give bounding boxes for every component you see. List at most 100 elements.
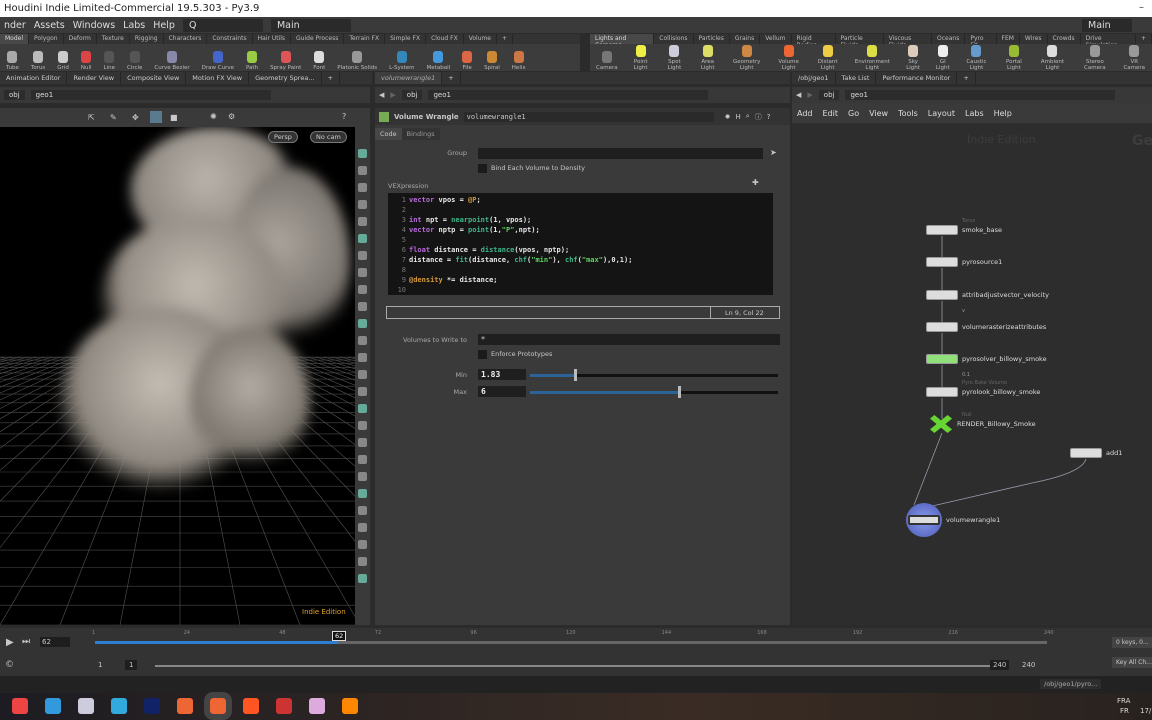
- info-icon[interactable]: ⓘ: [755, 112, 762, 122]
- forward-arrow-icon[interactable]: ▶: [390, 91, 395, 99]
- shelf-tab-deform[interactable]: Deform: [64, 34, 97, 44]
- viewport-side-tool-icon[interactable]: [358, 472, 367, 481]
- help-icon[interactable]: ?: [767, 113, 771, 121]
- min-slider[interactable]: [530, 369, 778, 381]
- shelf-tool-spot-light[interactable]: Spot Light: [658, 45, 691, 71]
- pane-tab--obj-geo1[interactable]: /obj/geo1: [792, 72, 836, 84]
- path-obj[interactable]: obj: [818, 90, 840, 100]
- snapshot-icon[interactable]: ■: [170, 113, 178, 122]
- light-icon[interactable]: ✺: [210, 112, 217, 121]
- pane-tab-render-view[interactable]: Render View: [67, 72, 122, 84]
- group-field[interactable]: [478, 148, 763, 159]
- min-field[interactable]: 1.83: [478, 369, 526, 380]
- shelf-tool-path[interactable]: Path: [240, 51, 264, 71]
- realtime-toggle-icon[interactable]: ©: [5, 660, 14, 670]
- photoshop-icon[interactable]: [144, 698, 160, 714]
- range-end[interactable]: 240: [1022, 661, 1035, 669]
- viewport-side-tool-icon[interactable]: [358, 183, 367, 192]
- viewport-side-tool-icon[interactable]: [358, 557, 367, 566]
- shelf-tab-guide-process[interactable]: Guide Process: [291, 34, 345, 44]
- key-all-channels-button[interactable]: Key All Ch...: [1112, 657, 1152, 668]
- shelf-tool-environment-light[interactable]: Environment Light: [847, 45, 897, 71]
- shelf-tool-platonic-solids[interactable]: Platonic Solids: [331, 51, 383, 71]
- handle-tool-icon[interactable]: ✎: [110, 113, 117, 122]
- path-geo1[interactable]: geo1: [30, 90, 271, 100]
- node-pyrolook_billowy_smoke[interactable]: [926, 387, 958, 397]
- view-persp-dropdown[interactable]: Persp: [268, 131, 298, 143]
- path-geo1[interactable]: geo1: [845, 90, 1116, 100]
- node-attribadjustvector_velocity[interactable]: [926, 290, 958, 300]
- shelf-tool-draw-curve[interactable]: Draw Curve: [196, 51, 240, 71]
- app-brain-icon[interactable]: [309, 698, 325, 714]
- menu-help[interactable]: Help: [153, 20, 175, 31]
- search-icon[interactable]: ⌕: [746, 112, 750, 121]
- shelf-tool-point-light[interactable]: Point Light: [624, 45, 658, 71]
- add-tab-icon[interactable]: +: [957, 72, 976, 84]
- houdini-active-icon[interactable]: [204, 692, 232, 720]
- tab-bindings[interactable]: Bindings: [401, 128, 440, 140]
- pane-tab-performance-monitor[interactable]: Performance Monitor: [876, 72, 958, 84]
- shelf-tab-crowds[interactable]: Crowds: [1048, 34, 1081, 44]
- davinci-icon[interactable]: [276, 698, 292, 714]
- tab-code[interactable]: Code: [375, 128, 402, 140]
- add-tab-icon[interactable]: +: [442, 72, 461, 84]
- add-tab-icon[interactable]: +: [322, 72, 340, 84]
- bind-each-checkbox[interactable]: [478, 164, 487, 173]
- shelf-tool-metaball[interactable]: Metaball: [421, 51, 457, 71]
- shelf-tab-particles[interactable]: Particles: [694, 34, 730, 44]
- shelf-tab-particle-fluids[interactable]: Particle Fluids: [836, 34, 884, 49]
- viewport-side-tool-icon[interactable]: [358, 523, 367, 532]
- viewport-side-tool-icon[interactable]: [358, 353, 367, 362]
- shelf-tool-spray-paint[interactable]: Spray Paint: [264, 51, 307, 71]
- keys-button[interactable]: 0 keys, 0...: [1112, 637, 1152, 648]
- viewport-side-tool-icon[interactable]: [358, 370, 367, 379]
- viewport-side-tool-icon[interactable]: [358, 506, 367, 515]
- shelf-tab-constraints[interactable]: Constraints: [207, 34, 253, 44]
- shelf-tab-wires[interactable]: Wires: [1020, 34, 1048, 44]
- shelf-tool-l-system[interactable]: L-System: [383, 51, 420, 71]
- shelf-tab-polygon[interactable]: Polygon: [29, 34, 64, 44]
- path-geo1[interactable]: geo1: [428, 90, 709, 100]
- viewport-side-tool-icon[interactable]: [358, 200, 367, 209]
- path-obj[interactable]: obj: [4, 90, 25, 100]
- viewport-side-tool-icon[interactable]: [358, 421, 367, 430]
- shelf-tool-camera[interactable]: Camera: [590, 51, 624, 71]
- shelf-tool-portal-light[interactable]: Portal Light: [996, 45, 1032, 71]
- camera-dropdown[interactable]: No cam: [310, 131, 347, 143]
- select-arrow-icon[interactable]: ➤: [770, 148, 777, 157]
- viewport-side-tool-icon[interactable]: [358, 268, 367, 277]
- language-indicator[interactable]: FRA: [1117, 697, 1130, 705]
- forward-arrow-icon[interactable]: ▶: [807, 91, 812, 99]
- node-name-field[interactable]: volumewrangle1: [463, 111, 714, 122]
- shelf-tool-distant-light[interactable]: Distant Light: [808, 45, 847, 71]
- shelf-tab-vellum[interactable]: Vellum: [760, 34, 792, 44]
- skip-end-button[interactable]: ⏭: [22, 637, 30, 647]
- menu-windows[interactable]: Windows: [73, 20, 115, 31]
- shelf-tool-volume-light[interactable]: Volume Light: [769, 45, 808, 71]
- path-obj[interactable]: obj: [401, 90, 423, 100]
- shelf-tab-cloud-fx[interactable]: Cloud FX: [426, 34, 464, 44]
- shelf-tool-area-light[interactable]: Area Light: [691, 45, 724, 71]
- current-frame-marker[interactable]: 62: [331, 631, 347, 641]
- max-slider[interactable]: [530, 386, 778, 398]
- display-options-icon[interactable]: ⚙: [228, 112, 235, 121]
- shelf-tab-oceans[interactable]: Oceans: [932, 34, 966, 44]
- desktop-selector-right[interactable]: Main: [1082, 18, 1132, 32]
- menu-assets[interactable]: Assets: [34, 20, 65, 31]
- range-start-field[interactable]: 1: [125, 660, 138, 670]
- pane-tab-motion-fx-view[interactable]: Motion FX View: [186, 72, 250, 84]
- shelf-tab-characters[interactable]: Characters: [164, 34, 208, 44]
- viewport-side-tool-icon[interactable]: [358, 234, 367, 243]
- add-shelf-tab-icon[interactable]: +: [497, 34, 514, 44]
- network-editor[interactable]: Add Edit Go View Tools Layout Labs Help Indie E…: [792, 103, 1152, 625]
- viewport-side-tool-icon[interactable]: [358, 438, 367, 447]
- node-volumerasterizeattributes[interactable]: [926, 322, 958, 332]
- viewport-side-tool-icon[interactable]: [358, 166, 367, 175]
- shelf-tab-collisions[interactable]: Collisions: [654, 34, 694, 44]
- viewport-side-tool-icon[interactable]: [358, 336, 367, 345]
- range-start[interactable]: 1: [98, 661, 102, 669]
- viewport-side-tool-icon[interactable]: [358, 285, 367, 294]
- shelf-tool-sky-light[interactable]: Sky Light: [898, 45, 929, 71]
- current-frame-field[interactable]: 62: [40, 637, 70, 647]
- viewport-side-tool-icon[interactable]: [358, 387, 367, 396]
